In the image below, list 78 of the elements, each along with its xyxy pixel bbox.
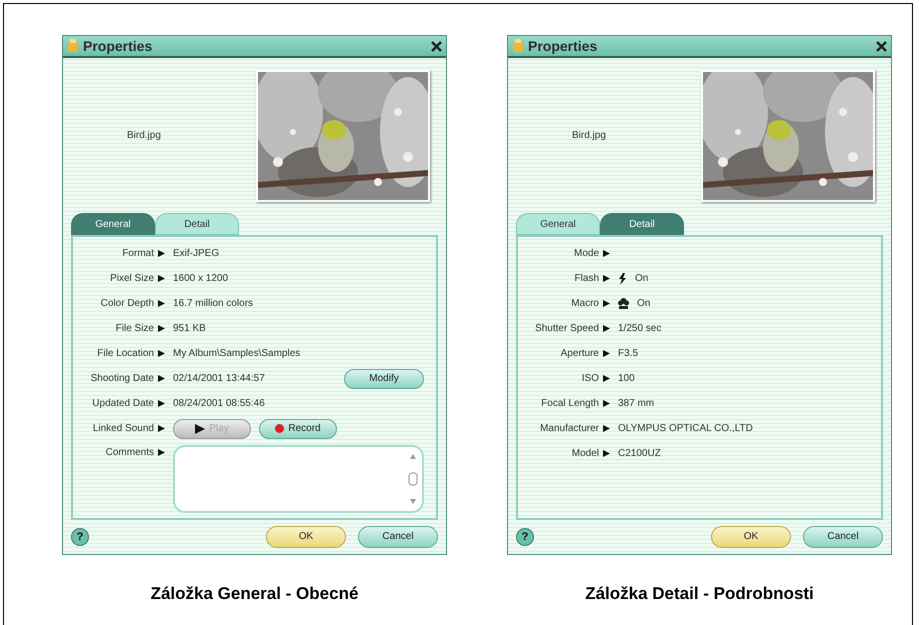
field-value: On	[635, 272, 648, 286]
field-value: On	[637, 297, 650, 311]
arrow-icon	[158, 449, 165, 456]
comments-field[interactable]	[173, 445, 424, 513]
tab[interactable]: General	[516, 213, 600, 235]
field-label: Comments	[106, 446, 154, 460]
play-icon	[195, 424, 206, 434]
modify-button[interactable]: Modify	[344, 368, 424, 388]
close-icon[interactable]	[431, 40, 442, 52]
arrow-icon	[603, 450, 610, 457]
ok-button[interactable]: OK	[266, 526, 346, 548]
arrow-icon	[158, 300, 165, 307]
field-value: 02/14/2001 13:44:57	[173, 372, 265, 386]
tab[interactable]: General	[71, 213, 155, 235]
field-value: Exif-JPEG	[173, 247, 220, 261]
field-value: F3.5	[618, 347, 638, 361]
field-value: 100	[618, 372, 635, 386]
field-value: C2100UZ	[618, 447, 661, 461]
caption: Záložka Detail - Podrobnosti	[585, 583, 814, 605]
field-value: My Album\Samples\Samples	[173, 347, 300, 361]
arrow-icon	[603, 300, 610, 307]
caption: Záložka General - Obecné	[150, 583, 358, 605]
lightning-icon	[618, 272, 627, 284]
field-value: 387 mm	[618, 397, 654, 411]
help-button[interactable]: ?	[71, 528, 89, 546]
folder-icon	[512, 39, 524, 53]
window-title: Properties	[83, 36, 152, 56]
window-title: Properties	[528, 36, 598, 56]
cancel-button[interactable]: Cancel	[358, 526, 438, 548]
tab[interactable]: Detail	[155, 213, 239, 235]
field-value: 16.7 million colors	[173, 297, 254, 311]
field-label: Macro	[571, 297, 599, 311]
record-icon	[275, 424, 284, 433]
field-label: File Size	[116, 322, 154, 336]
field-label: Mode	[574, 247, 599, 261]
field-label: ISO	[582, 372, 599, 386]
record-button[interactable]: Record	[259, 418, 337, 438]
field-label: Flash	[574, 272, 599, 286]
cancel-button[interactable]: Cancel	[803, 526, 883, 548]
arrow-icon	[603, 425, 610, 432]
field-label: Format	[122, 247, 154, 261]
field-label: Shutter Speed	[535, 322, 599, 336]
field-value: 951 KB	[173, 322, 206, 336]
arrow-icon	[603, 375, 610, 382]
folder-icon	[67, 39, 79, 53]
close-icon[interactable]	[876, 40, 887, 52]
help-button[interactable]: ?	[516, 528, 534, 546]
field-label: Manufacturer	[540, 422, 599, 436]
field-label: Model	[572, 447, 599, 461]
field-label: Color Depth	[100, 297, 154, 311]
arrow-icon	[603, 275, 610, 282]
field-label: File Location	[97, 347, 154, 361]
arrow-icon	[603, 350, 610, 357]
file-name: Bird.jpg	[572, 129, 606, 143]
arrow-icon	[158, 350, 165, 357]
arrow-icon	[603, 400, 610, 407]
field-value: 1/250 sec	[618, 322, 662, 336]
arrow-icon	[158, 250, 165, 257]
field-label: Linked Sound	[92, 422, 154, 436]
arrow-icon	[158, 425, 165, 432]
field-label: Aperture	[560, 347, 599, 361]
file-name: Bird.jpg	[127, 129, 161, 143]
arrow-icon	[603, 325, 610, 332]
field-label: Focal Length	[541, 397, 599, 411]
flower-icon	[618, 298, 629, 309]
arrow-icon	[158, 325, 165, 332]
field-value: OLYMPUS OPTICAL CO.,LTD	[618, 422, 753, 436]
field-value: 1600 x 1200	[173, 272, 228, 286]
arrow-icon	[158, 375, 165, 382]
field-label: Updated Date	[92, 397, 154, 411]
arrow-icon	[158, 400, 165, 407]
arrow-icon	[603, 250, 610, 257]
field-label: Pixel Size	[110, 272, 154, 286]
ok-button[interactable]: OK	[711, 526, 791, 548]
field-value: 08/24/2001 08:55:46	[173, 397, 265, 411]
tab[interactable]: Detail	[600, 213, 684, 235]
field-label: Shooting Date	[90, 372, 154, 386]
arrow-icon	[158, 275, 165, 282]
